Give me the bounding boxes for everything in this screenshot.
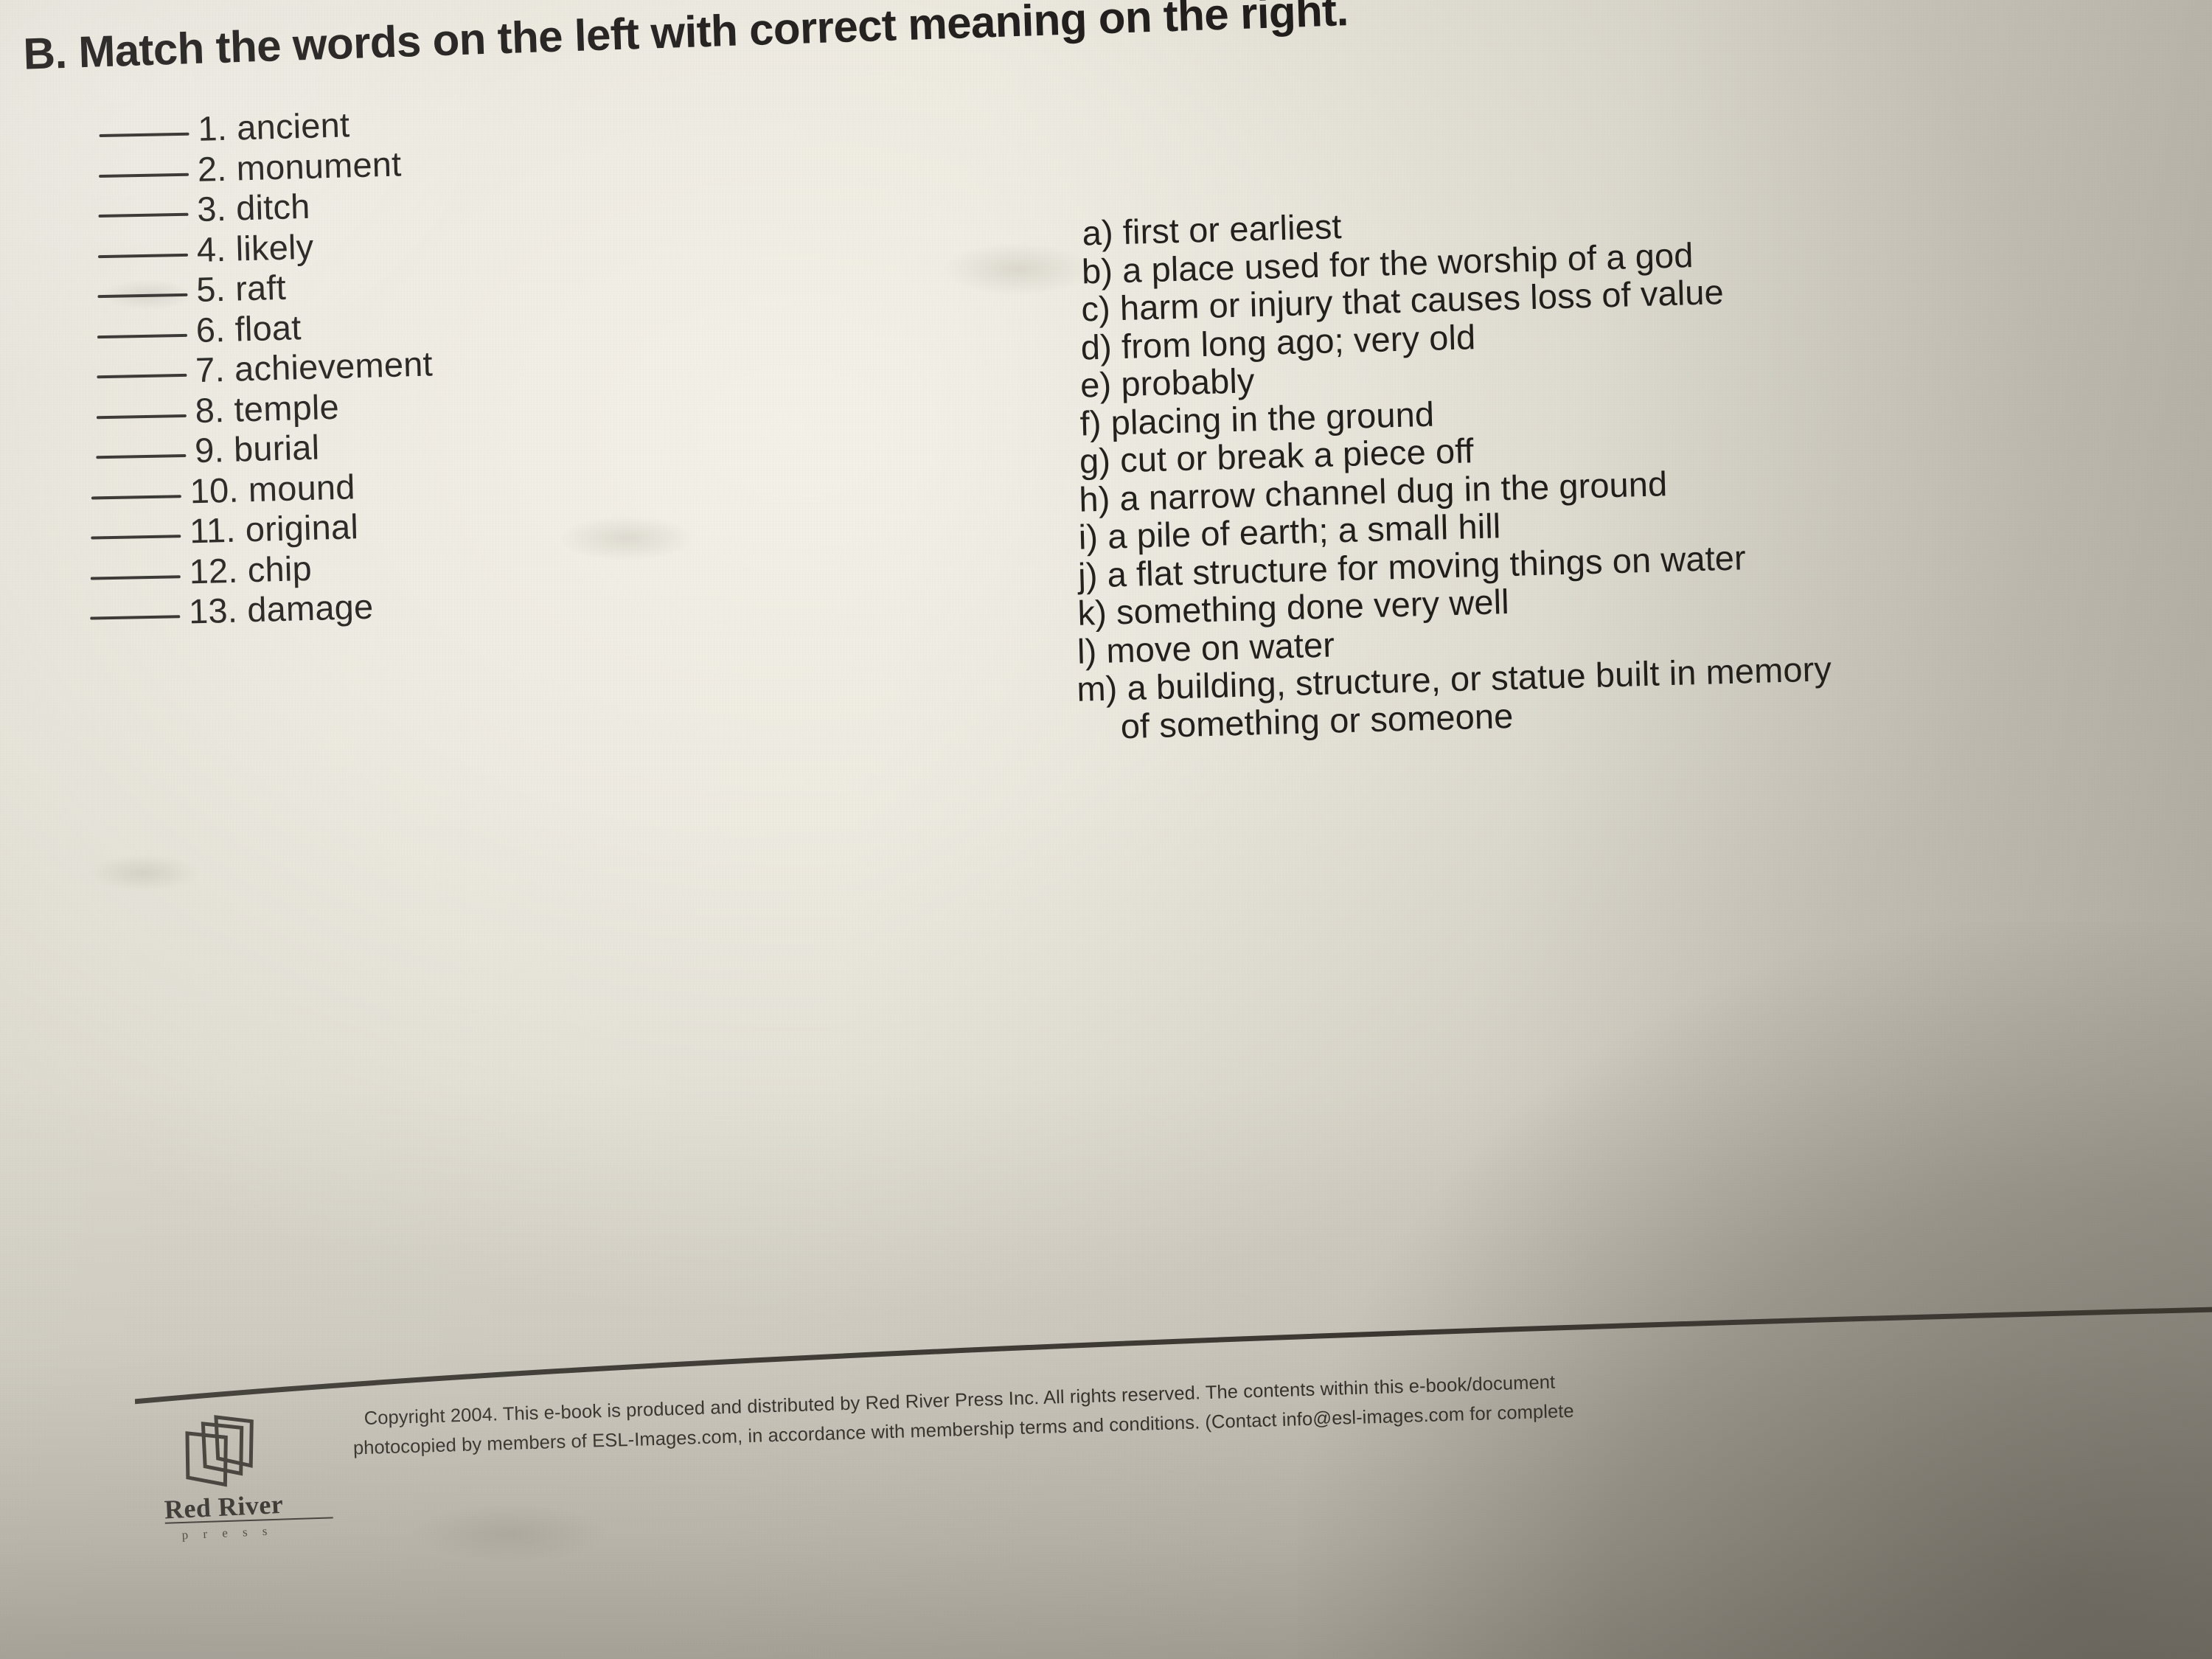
word-label-3: 3. ditch xyxy=(196,186,311,229)
definition-letter-h: h) xyxy=(1078,479,1111,519)
definition-letter-a: a) xyxy=(1081,212,1114,253)
definition-letter-l: l) xyxy=(1077,630,1097,671)
definition-text-e: probably xyxy=(1120,361,1256,404)
word-label-11: 11. original xyxy=(189,507,359,551)
answer-blank-8[interactable] xyxy=(97,414,187,416)
word-label-10: 10. mound xyxy=(189,466,356,510)
answer-blank-7[interactable] xyxy=(97,373,187,375)
word-label-12: 12. chip xyxy=(188,548,313,591)
definition-list: a) first or earliest b) a place used for… xyxy=(1077,184,2212,748)
word-label-7: 7. achievement xyxy=(195,344,434,390)
answer-blank-10[interactable] xyxy=(91,494,181,496)
answer-blank-6[interactable] xyxy=(97,333,187,335)
word-label-9: 9. burial xyxy=(194,427,320,470)
answer-blank-9[interactable] xyxy=(96,453,186,456)
printed-content-layer: B. Match the words on the left with corr… xyxy=(0,0,2212,1659)
definition-letter-e: e) xyxy=(1079,364,1112,405)
definition-letter-k: k) xyxy=(1077,592,1107,633)
answer-blank-13[interactable] xyxy=(90,615,180,617)
definition-letter-g: g) xyxy=(1079,440,1111,481)
answer-blank-11[interactable] xyxy=(91,535,181,537)
definition-letter-m: m) xyxy=(1076,668,1119,709)
word-label-8: 8. temple xyxy=(194,386,340,430)
word-label-4: 4. likely xyxy=(196,226,315,269)
definition-letter-i: i) xyxy=(1078,517,1099,557)
word-label-1: 1. ancient xyxy=(197,105,350,148)
worksheet-page-photo: B. Match the words on the left with corr… xyxy=(0,0,2212,1659)
stacked-pages-icon xyxy=(185,1415,254,1487)
answer-blank-4[interactable] xyxy=(98,253,188,255)
definition-letter-f: f) xyxy=(1079,403,1102,443)
answer-blank-1[interactable] xyxy=(100,132,189,134)
word-label-2: 2. monument xyxy=(197,143,403,189)
definition-letter-j: j) xyxy=(1077,554,1099,595)
word-list: 1. ancient 2. monument 3. ditch 4. likel… xyxy=(24,102,568,639)
answer-blank-5[interactable] xyxy=(97,293,187,295)
word-label-5: 5. raft xyxy=(195,267,287,310)
answer-blank-2[interactable] xyxy=(99,173,189,175)
word-label-6: 6. float xyxy=(195,307,302,349)
publisher-subtitle: p r e s s xyxy=(181,1523,274,1543)
definition-letter-c: c) xyxy=(1080,288,1111,329)
publisher-logo: Red River p r e s s xyxy=(160,1406,358,1543)
definition-letter-b: b) xyxy=(1081,250,1113,291)
answer-blank-3[interactable] xyxy=(99,212,189,215)
definition-letter-d: d) xyxy=(1080,326,1113,367)
word-label-13: 13. damage xyxy=(188,586,374,631)
answer-blank-12[interactable] xyxy=(91,574,181,577)
copyright-notice: Copyright 2004. This e-book is produced … xyxy=(353,1346,2212,1463)
